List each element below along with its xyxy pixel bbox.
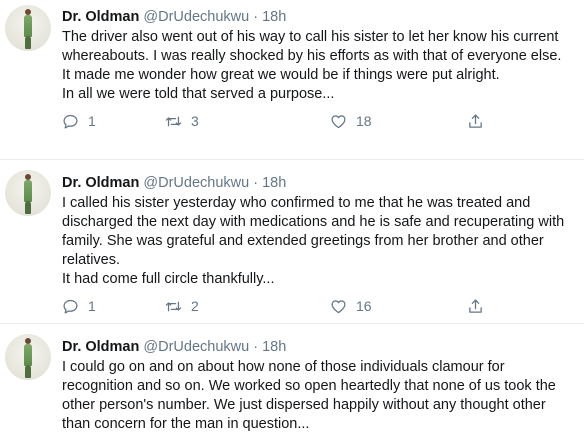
tweet-actions: 1 2 16 — [62, 298, 572, 322]
retweet-button[interactable]: 3 — [165, 113, 199, 130]
heart-icon — [331, 300, 346, 314]
timestamp[interactable]: 18h — [262, 339, 286, 355]
author-handle[interactable]: @DrUdechukwu — [143, 175, 249, 191]
share-icon — [469, 114, 482, 128]
like-count: 16 — [356, 298, 372, 314]
tweet-paragraph: I could go on and on about how none of t… — [62, 359, 556, 432]
header-separator: · — [253, 9, 259, 25]
author-name[interactable]: Dr. Oldman — [62, 9, 139, 25]
like-button[interactable]: 18 — [330, 113, 372, 130]
tweet[interactable]: Dr. Oldman @DrUdechukwu · 18h I could go… — [0, 324, 584, 440]
header-separator: · — [253, 175, 259, 191]
share-button[interactable] — [467, 113, 484, 130]
avatar[interactable] — [5, 5, 51, 51]
tweet-text: I could go on and on about how none of t… — [62, 358, 572, 434]
avatar[interactable] — [5, 170, 51, 216]
tweet-header: Dr. Oldman @DrUdechukwu · 18h — [62, 337, 572, 357]
tweet-text: The driver also went out of his way to c… — [62, 28, 572, 104]
retweet-count: 2 — [191, 298, 199, 314]
author-handle[interactable]: @DrUdechukwu — [143, 339, 249, 355]
tweet-text: I called his sister yesterday who confir… — [62, 194, 572, 289]
retweet-icon — [165, 301, 182, 312]
reply-count: 1 — [88, 298, 96, 314]
reply-icon — [63, 299, 78, 314]
tweet-paragraph: In all we were told that served a purpos… — [62, 86, 335, 102]
tweet-actions: 1 3 18 — [62, 113, 572, 137]
share-icon — [469, 299, 482, 313]
tweet-paragraph: The driver also went out of his way to c… — [62, 29, 562, 64]
author-name[interactable]: Dr. Oldman — [62, 175, 139, 191]
like-count: 18 — [356, 113, 372, 129]
tweet-header: Dr. Oldman @DrUdechukwu · 18h — [62, 173, 572, 193]
reply-button[interactable]: 1 — [62, 298, 96, 315]
timestamp[interactable]: 18h — [262, 9, 286, 25]
heart-icon — [331, 115, 346, 129]
retweet-button[interactable]: 2 — [165, 298, 199, 315]
tweet-paragraph: I called his sister yesterday who confir… — [62, 195, 565, 268]
author-name[interactable]: Dr. Oldman — [62, 339, 139, 355]
reply-button[interactable]: 1 — [62, 113, 96, 130]
retweet-icon — [165, 116, 182, 127]
tweet-paragraph: It made me wonder how great we would be … — [62, 67, 500, 83]
timestamp[interactable]: 18h — [262, 175, 286, 191]
header-separator: · — [253, 339, 259, 355]
retweet-count: 3 — [191, 113, 199, 129]
avatar[interactable] — [5, 334, 51, 380]
reply-icon — [63, 114, 78, 129]
tweet[interactable]: Dr. Oldman @DrUdechukwu · 18h The driver… — [0, 0, 584, 160]
tweet[interactable]: Dr. Oldman @DrUdechukwu · 18h I called h… — [0, 160, 584, 324]
like-button[interactable]: 16 — [330, 298, 372, 315]
author-handle[interactable]: @DrUdechukwu — [143, 9, 249, 25]
share-button[interactable] — [467, 298, 484, 315]
reply-count: 1 — [88, 113, 96, 129]
tweet-header: Dr. Oldman @DrUdechukwu · 18h — [62, 7, 572, 27]
tweet-paragraph: It had come full circle thankfully... — [62, 271, 275, 287]
